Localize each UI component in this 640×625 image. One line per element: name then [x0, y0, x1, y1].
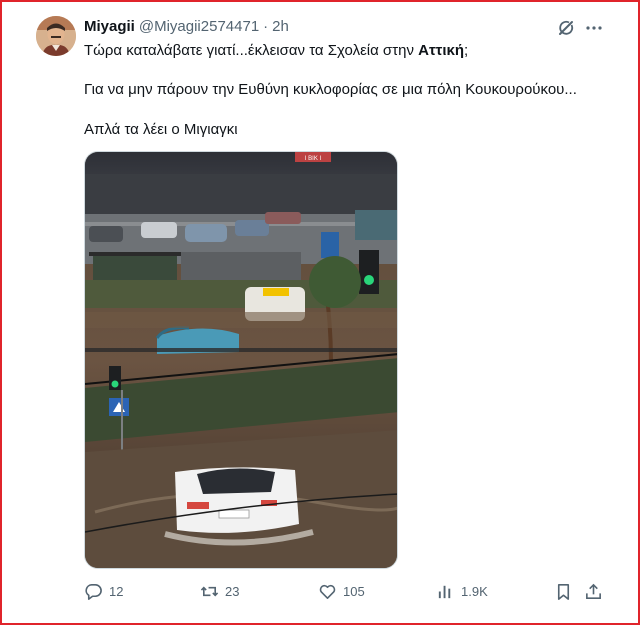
share-icon — [586, 583, 601, 599]
tweet-text-line-2: Για να μην πάρουν την Ευθύνη κυκλοφορίας… — [84, 81, 577, 98]
reply-count: 12 — [109, 584, 124, 599]
flooded-street-photo: Ι ΒΙΚ Ι — [85, 152, 397, 568]
tweet-text-line-1-suffix: ; — [464, 42, 469, 59]
tweet-timestamp[interactable]: 2h — [272, 18, 289, 35]
avatar-image — [36, 16, 76, 56]
views-icon — [438, 585, 451, 599]
tweet-media-photo[interactable]: Ι ΒΙΚ Ι — [84, 151, 398, 569]
author-display-name[interactable]: Miyagii — [84, 18, 135, 35]
grok-icon[interactable] — [556, 18, 576, 38]
avatar[interactable] — [36, 16, 76, 56]
like-button[interactable]: 105 — [318, 582, 365, 601]
bookmark-icon — [557, 584, 570, 600]
views-count: 1.9K — [461, 584, 488, 599]
more-icon[interactable] — [584, 18, 604, 38]
header-separator: · — [263, 17, 269, 35]
like-count: 105 — [343, 584, 365, 599]
tweet-text-line-1: Τώρα καταλάβατε γιατί...έκλεισαν τα Σχολ… — [84, 41, 468, 61]
retweet-count: 23 — [225, 584, 240, 599]
author-handle[interactable]: @Miyagii2574471 — [139, 18, 259, 35]
reply-button[interactable]: 12 — [84, 582, 123, 601]
bookmark-button[interactable] — [554, 582, 573, 601]
tweet-actions: 12 23 105 1.9K — [84, 582, 614, 604]
views-button[interactable]: 1.9K — [436, 582, 488, 601]
retweet-button[interactable]: 23 — [200, 582, 239, 601]
tweet-text-line-3: Απλά τα λέει ο Μιγιαγκι — [84, 121, 238, 138]
tweet-text-line-1-prefix: Τώρα καταλάβατε γιατί...έκλεισαν τα Σχολ… — [84, 42, 419, 59]
tweet-text-bold-location: Αττική — [418, 42, 465, 59]
retweet-icon — [200, 586, 219, 597]
share-button[interactable] — [584, 582, 603, 601]
tweet-header: Miyagii @Miyagii2574471 · 2h — [84, 16, 289, 36]
media-sign-text: Ι ΒΙΚ Ι — [305, 156, 322, 162]
heart-icon — [319, 584, 336, 599]
reply-icon — [85, 584, 102, 600]
